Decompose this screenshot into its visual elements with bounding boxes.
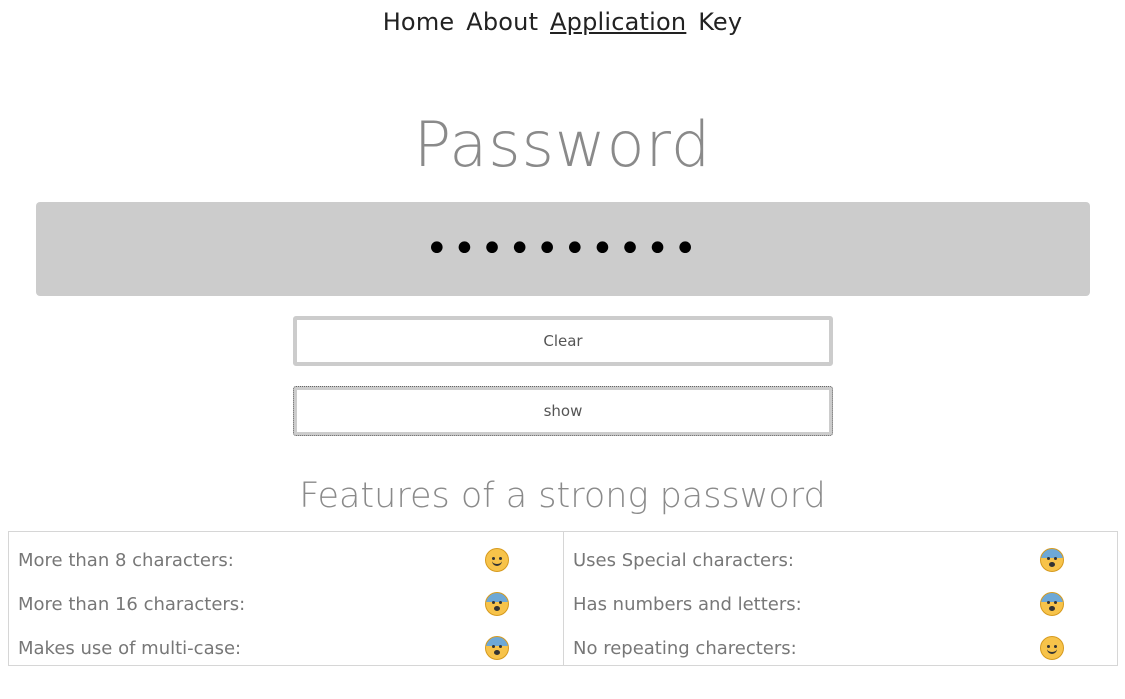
feature-label: More than 16 characters: <box>18 593 246 615</box>
smile-icon <box>485 548 509 572</box>
feature-row: Uses Special characters: <box>564 538 1117 582</box>
features-table: More than 8 characters: More than 16 cha… <box>8 531 1118 666</box>
feature-label: Uses Special characters: <box>573 549 794 571</box>
fearful-icon <box>1040 548 1064 572</box>
feature-row: Makes use of multi-case: <box>9 626 563 670</box>
smile-icon <box>1040 636 1064 660</box>
nav-home-link[interactable]: Home <box>383 8 455 36</box>
fearful-icon <box>485 592 509 616</box>
feature-label: Has numbers and letters: <box>573 593 802 615</box>
page-title: Password <box>413 108 712 181</box>
feature-label: Makes use of multi-case: <box>18 637 242 659</box>
top-nav: Home About Application Key <box>0 8 1125 36</box>
clear-button[interactable]: Clear <box>293 316 833 366</box>
nav-key-link[interactable]: Key <box>698 8 742 36</box>
password-input[interactable]: •••••••••• <box>36 202 1090 296</box>
feature-row: Has numbers and letters: <box>564 582 1117 626</box>
password-container: •••••••••• <box>36 202 1090 296</box>
features-title: Features of a strong password <box>299 476 826 516</box>
nav-application-link[interactable]: Application <box>550 8 686 36</box>
feature-row: No repeating charecters: <box>564 626 1117 670</box>
feature-label: More than 8 characters: <box>18 549 234 571</box>
features-left-column: More than 8 characters: More than 16 cha… <box>9 532 563 665</box>
fearful-icon <box>1040 592 1064 616</box>
show-button[interactable]: show <box>293 386 833 436</box>
features-right-column: Uses Special characters: Has numbers and… <box>563 532 1117 665</box>
feature-row: More than 8 characters: <box>9 538 563 582</box>
feature-row: More than 16 characters: <box>9 582 563 626</box>
fearful-icon <box>485 636 509 660</box>
nav-about-link[interactable]: About <box>466 8 538 36</box>
feature-label: No repeating charecters: <box>573 637 797 659</box>
